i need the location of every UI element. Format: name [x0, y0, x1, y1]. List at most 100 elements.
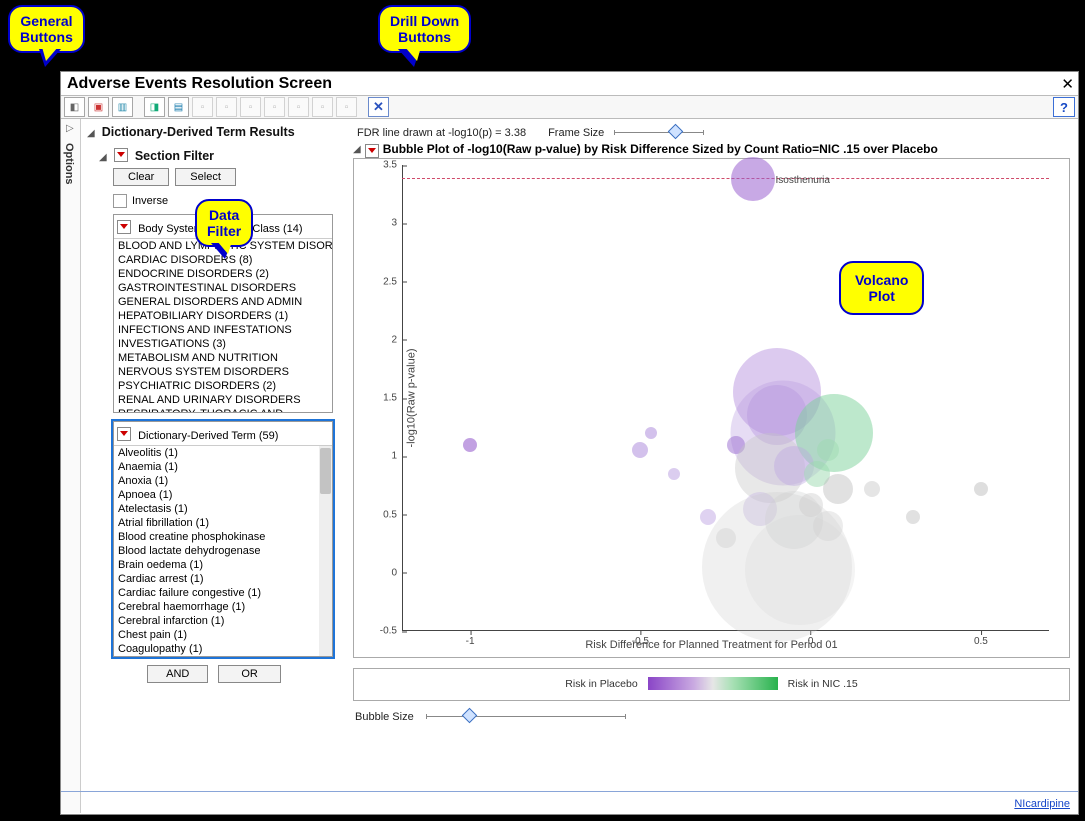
y-tick: 2 — [391, 334, 402, 345]
toolbar-btn-9[interactable]: ▫ — [264, 97, 285, 117]
select-button[interactable]: Select — [175, 168, 236, 186]
list-item[interactable]: Cardiac arrest (1) — [114, 572, 332, 586]
list-item[interactable]: Coagulopathy (1) — [114, 642, 332, 656]
bubble-point[interactable] — [731, 157, 775, 201]
bubble-point[interactable] — [645, 427, 657, 439]
bubble-point[interactable] — [823, 474, 853, 504]
bubble-point[interactable] — [668, 468, 680, 480]
term-list-scrollbar[interactable] — [319, 446, 332, 656]
dictionary-term-head: Dictionary-Derived Term (59) — [138, 430, 278, 442]
list-item[interactable]: NERVOUS SYSTEM DISORDERS — [114, 365, 332, 379]
list-item[interactable]: Brain oedema (1) — [114, 558, 332, 572]
list-item[interactable]: RESPIRATORY, THORACIC AND — [114, 407, 332, 412]
list-item[interactable]: Cardiac failure congestive (1) — [114, 586, 332, 600]
list-item[interactable]: Atelectasis (1) — [114, 502, 332, 516]
list-item[interactable]: RENAL AND URINARY DISORDERS — [114, 393, 332, 407]
volcano-plot[interactable]: -log10(Raw p-value) -0.500.511.522.533.5… — [353, 158, 1070, 658]
list-item[interactable]: Cerebral haemorrhage (1) — [114, 600, 332, 614]
toolbar-btn-8[interactable]: ▫ — [240, 97, 261, 117]
bubble-point[interactable] — [463, 438, 477, 452]
and-button[interactable]: AND — [147, 665, 208, 683]
y-tick: 1.5 — [383, 393, 402, 404]
section-filter-disclose-icon[interactable]: ◢ — [99, 152, 107, 163]
y-tick: 2.5 — [383, 276, 402, 287]
bubble-point[interactable] — [906, 510, 920, 524]
list-item[interactable]: Blood creatine phosphokinase — [114, 530, 332, 544]
toolbar-btn-10[interactable]: ▫ — [288, 97, 309, 117]
window-close-button[interactable]: ✕ — [1061, 75, 1074, 93]
section-filter-label: Section Filter — [135, 149, 214, 163]
toolbar-btn-1[interactable]: ◧ — [64, 97, 85, 117]
x-axis-label: Risk Difference for Planned Treatment fo… — [354, 637, 1069, 657]
legend-right-label: Risk in NIC .15 — [788, 678, 858, 690]
list-item[interactable]: GASTROINTESTINAL DISORDERS — [114, 281, 332, 295]
legend-left-label: Risk in Placebo — [565, 678, 637, 690]
options-label: Options — [63, 143, 75, 185]
toolbar-btn-2[interactable]: ▣ — [88, 97, 109, 117]
list-item[interactable]: Alveolitis (1) — [114, 446, 332, 460]
list-item[interactable]: Cerebral infarction (1) — [114, 614, 332, 628]
dictionary-term-menu-icon[interactable] — [117, 427, 131, 441]
list-item[interactable]: ENDOCRINE DISORDERS (2) — [114, 267, 332, 281]
list-item[interactable]: INVESTIGATIONS (3) — [114, 337, 332, 351]
window-title: Adverse Events Resolution Screen — [67, 75, 332, 93]
toolbar-btn-12[interactable]: ▫ — [336, 97, 357, 117]
help-button[interactable]: ? — [1053, 97, 1075, 117]
results-section-title: Dictionary-Derived Term Results — [102, 125, 295, 139]
inverse-label: Inverse — [132, 195, 168, 207]
toolbar-btn-4[interactable]: ◨ — [144, 97, 165, 117]
toolbar: ◧ ▣ ▥ ◨ ▤ ▫ ▫ ▫ ▫ ▫ ▫ ▫ ✕ ? — [61, 95, 1078, 119]
bubble-size-slider[interactable] — [426, 712, 626, 722]
toolbar-btn-6[interactable]: ▫ — [192, 97, 213, 117]
frame-size-label: Frame Size — [548, 127, 604, 139]
callout-general-buttons: GeneralButtons — [8, 5, 85, 53]
list-item[interactable]: Anoxia (1) — [114, 474, 332, 488]
options-sidebar-tab[interactable]: ▷ Options — [61, 119, 81, 813]
list-item[interactable]: INFECTIONS AND INFESTATIONS — [114, 323, 332, 337]
y-tick: 3.5 — [383, 160, 402, 171]
y-tick: 1 — [391, 451, 402, 462]
y-tick: 3 — [391, 218, 402, 229]
y-axis-label: -log10(Raw p-value) — [406, 348, 418, 447]
x-tick: -0.5 — [632, 636, 649, 647]
bubble-point[interactable] — [700, 509, 716, 525]
bubble-point[interactable] — [813, 511, 843, 541]
y-tick: -0.5 — [380, 626, 402, 637]
body-system-menu-icon[interactable] — [117, 220, 131, 234]
list-item[interactable]: HEPATOBILIARY DISORDERS (1) — [114, 309, 332, 323]
list-item[interactable]: Blood lactate dehydrogenase — [114, 544, 332, 558]
options-expand-icon: ▷ — [66, 123, 74, 134]
clear-button[interactable]: Clear — [113, 168, 169, 186]
list-item[interactable]: GENERAL DISORDERS AND ADMIN — [114, 295, 332, 309]
frame-size-slider[interactable] — [614, 128, 704, 138]
fdr-threshold-line — [402, 178, 1049, 179]
y-tick: 0 — [391, 567, 402, 578]
bubble-point[interactable] — [817, 439, 839, 461]
bubble-point[interactable] — [716, 528, 736, 548]
toolbar-btn-7[interactable]: ▫ — [216, 97, 237, 117]
footer-link[interactable]: NIcardipine — [1014, 798, 1070, 810]
plot-menu-icon[interactable] — [365, 144, 379, 158]
toolbar-btn-5[interactable]: ▤ — [168, 97, 189, 117]
bubble-point[interactable] — [864, 481, 880, 497]
plot-disclose-icon[interactable]: ◢ — [353, 144, 361, 155]
list-item[interactable]: Apnoea (1) — [114, 488, 332, 502]
results-disclose-icon[interactable]: ◢ — [87, 128, 95, 139]
toolbar-close-x-button[interactable]: ✕ — [368, 97, 389, 117]
list-item[interactable]: Anaemia (1) — [114, 460, 332, 474]
dictionary-term-listbox[interactable]: Dictionary-Derived Term (59) Alveolitis … — [113, 421, 333, 657]
list-item[interactable]: Chest pain (1) — [114, 628, 332, 642]
list-item[interactable]: METABOLISM AND NUTRITION — [114, 351, 332, 365]
section-filter-menu-icon[interactable] — [114, 148, 128, 162]
or-button[interactable]: OR — [218, 665, 281, 683]
callout-data-filter: DataFilter — [195, 199, 253, 247]
bubble-point[interactable] — [632, 442, 648, 458]
bubble-point[interactable] — [974, 482, 988, 496]
inverse-checkbox[interactable] — [113, 194, 127, 208]
toolbar-btn-11[interactable]: ▫ — [312, 97, 333, 117]
legend-gradient — [648, 677, 778, 690]
list-item[interactable]: PSYCHIATRIC DISORDERS (2) — [114, 379, 332, 393]
color-legend: Risk in Placebo Risk in NIC .15 — [353, 668, 1070, 701]
toolbar-btn-3[interactable]: ▥ — [112, 97, 133, 117]
list-item[interactable]: Atrial fibrillation (1) — [114, 516, 332, 530]
